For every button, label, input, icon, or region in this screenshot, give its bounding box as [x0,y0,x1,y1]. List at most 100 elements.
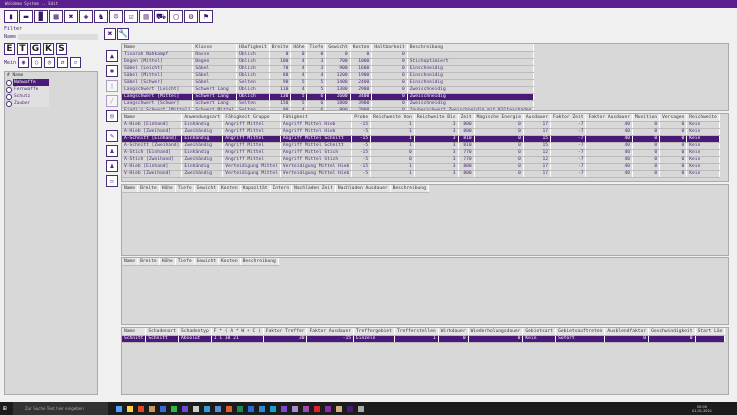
target-icon[interactable]: ◎ [106,110,118,122]
taskbar-search[interactable]: Zur Suche Text hier eingeben [13,402,108,415]
bell-icon-2[interactable]: ♟ [106,160,118,172]
table-row[interactable]: A-Hieb [Zweihand] Zweihändig Angriff Mitte… [122,128,720,136]
calculator-icon[interactable]: ▦ [49,10,63,23]
check-icon[interactable]: ☑ [124,10,138,23]
taskbar-app-icon[interactable] [204,405,210,412]
column-header[interactable]: Magische Energie [474,114,524,122]
document-icon[interactable]: ▫ [70,57,82,68]
column-header[interactable]: Klasse [192,44,238,52]
edit-icon[interactable]: ✎ [106,130,118,142]
column-header[interactable]: Beschreibung [390,185,429,193]
column-header[interactable]: Gebietsart [522,328,557,336]
column-header[interactable]: Kosten [218,258,241,266]
letter-filter-g[interactable]: G [30,43,41,55]
column-header[interactable]: Versagen [659,114,688,122]
group-icon[interactable]: ☺ [109,10,123,23]
column-header[interactable]: Haltbarkeit [371,44,408,52]
name-filter-input[interactable] [18,34,98,40]
column-header[interactable]: Höhe [290,44,308,52]
column-header[interactable]: Kapazität [240,185,271,193]
person-icon[interactable]: ▮ [4,10,18,23]
column-header[interactable]: Faktor Treffer [263,328,308,336]
column-header[interactable]: Faktor Ausdauer [585,114,633,122]
taskbar-app-icon[interactable] [127,405,133,412]
filter-toggle-button-2[interactable]: ○ [31,57,43,68]
taskbar-app-icon[interactable] [171,405,177,412]
column-header[interactable]: F * ( A * W + C ) [211,328,264,336]
list-item[interactable]: Schutz [5,93,97,100]
ship-icon[interactable]: ▲ [106,50,118,62]
table-row[interactable]: A-Schnitt [Einhand] Einhändig Angriff Mitt… [122,135,720,143]
taskbar-app-icon[interactable] [347,405,353,412]
column-header[interactable]: Gebietsauftreten [555,328,606,336]
pen-icon[interactable]: / [106,95,118,107]
taskbar-app-icon[interactable] [182,405,188,412]
table-row[interactable]: Schnitt Schnitt Absolut 1 1 10 21 30 -15 Einze… [122,335,726,343]
table-row[interactable]: Säbel [Mittel] Säbel Üblich 80 4 4 1200 1900 0 Ei… [122,72,535,80]
column-header[interactable]: Trefferstellen [394,328,439,336]
table-row[interactable]: A-Hieb [Einhand] Einhändig Angriff Mittel A… [122,121,720,129]
column-header[interactable]: Höhe [159,258,176,266]
column-header[interactable]: Name [122,185,139,193]
taskbar-app-icon[interactable] [259,405,265,412]
column-header[interactable]: Gewicht [194,258,219,266]
scroll-icon[interactable]: ▯ [106,80,118,92]
column-header[interactable]: Faktor Zeit [550,114,587,122]
column-header[interactable]: Kosten [218,185,241,193]
taskbar-app-icon[interactable] [116,405,122,412]
document-icon[interactable]: ▫ [106,175,118,187]
column-header[interactable]: Breite [137,258,160,266]
table-row[interactable]: Langschwert [Leicht] Schwert Lang Üblich 11… [122,86,535,94]
table-row[interactable]: Säbel [Schwer] Säbel Selten 90 5 5 1400 2400 0 Ei… [122,79,535,87]
letter-filter-s[interactable]: S [56,43,67,55]
column-header[interactable]: Schadentyp [178,328,212,336]
column-header[interactable]: Beschreibung [407,44,535,52]
taskbar-app-icon[interactable] [336,405,342,412]
column-header[interactable]: Name [122,114,183,122]
weapons-tab-button[interactable]: ✖ [104,28,116,40]
column-header[interactable]: Beschreibung [240,258,279,266]
column-header[interactable]: Reichweite Bis [414,114,459,122]
weapons-icon[interactable]: ✖ [64,10,78,23]
taskbar-app-icon[interactable] [314,405,320,412]
letter-filter-t[interactable]: T [17,43,28,55]
column-header[interactable]: Treffergebiet [353,328,395,336]
table-row[interactable]: Säbel [Leicht] Säbel Üblich 70 4 3 900 1600 0 Ein… [122,65,535,73]
filter-toggle-button-1[interactable]: ◉ [18,57,30,68]
column-header[interactable]: Intern [270,185,293,193]
column-header[interactable]: Ausblendfaktor [604,328,650,336]
column-header[interactable]: Munition [632,114,661,122]
column-header[interactable]: Wiederholungsdauer [468,328,524,336]
column-header[interactable]: Tiefe [306,44,327,52]
taskbar-app-icon[interactable] [270,405,276,412]
table-row[interactable]: Tisarah Nahkampf Rasse Üblich 0 0 0 0 0 0 [122,51,535,59]
column-header[interactable]: Kosten [350,44,373,52]
column-header[interactable]: Geschwindigkeit [648,328,696,336]
column-header[interactable]: Ausdauer [523,114,552,122]
list-item[interactable]: Zauber [5,100,97,107]
swap-icon[interactable]: ⇄ [57,57,69,68]
runner-icon[interactable]: ⚑ [199,10,213,23]
fighter-icon[interactable]: ♞ [94,10,108,23]
taskbar-app-icon[interactable] [248,405,254,412]
taskbar-app-icon[interactable] [138,405,144,412]
truck-icon[interactable]: ⛟ [154,10,168,23]
table-row[interactable]: Findi's Schwert [Mittel] Schwert Mittel Se… [122,107,535,110]
bell-icon[interactable]: ♟ [106,145,118,157]
document-icon[interactable]: ▢ [169,10,183,23]
column-header[interactable]: Gewicht [194,185,219,193]
column-header[interactable]: Tiefe [175,258,195,266]
column-header[interactable]: Schadenart [145,328,180,336]
taskbar-app-icon[interactable] [226,405,232,412]
book-icon[interactable]: ▉ [34,10,48,23]
column-header[interactable]: Nachladen Ausdauer [335,185,391,193]
column-header[interactable]: Tiefe [175,185,195,193]
column-header[interactable]: Name [122,328,147,336]
column-header[interactable]: Zeit [458,114,475,122]
list-item[interactable]: Nahwaffe [5,79,97,86]
letter-filter-k[interactable]: K [43,43,54,55]
column-header[interactable]: Höhe [159,185,176,193]
column-header[interactable]: Fähigkeit Gruppe [222,114,281,122]
gear-icon[interactable]: ⚙ [184,10,198,23]
table-row[interactable]: Langschwert [Schwer] Schwert Lang Selten 15… [122,100,535,108]
